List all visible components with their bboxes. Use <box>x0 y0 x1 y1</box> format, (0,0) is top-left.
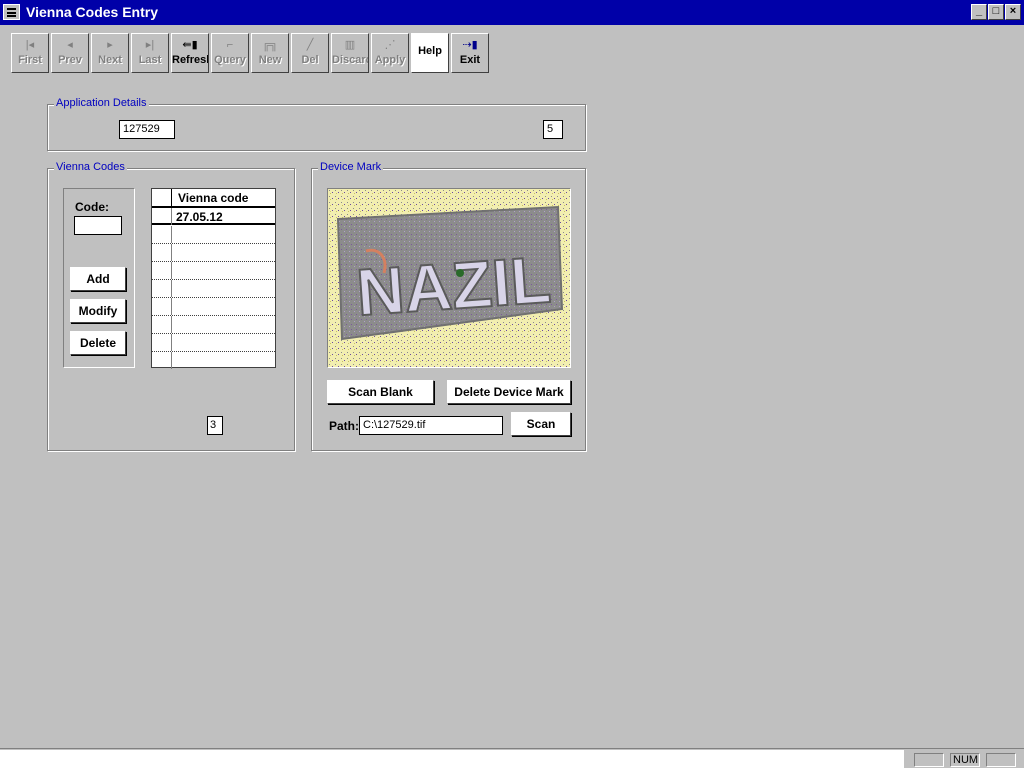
device-mark-image: NAZIL <box>327 188 571 368</box>
status-panel-scroll <box>986 753 1016 767</box>
exit-button[interactable]: ⇢▮ Exit <box>451 33 489 73</box>
code-entry-panel: Code: Add Modify Delete <box>63 188 135 368</box>
table-row[interactable] <box>152 334 275 352</box>
add-button[interactable]: Add <box>70 267 126 291</box>
path-input[interactable]: C:\127529.tif <box>359 416 503 435</box>
table-row[interactable] <box>152 262 275 280</box>
path-label: Path: <box>329 419 359 433</box>
refresh-icon: ⇚▮ <box>182 39 198 51</box>
device-mark-group: Device Mark NAZIL Scan Blank Delete Devi… <box>311 161 586 451</box>
table-row[interactable] <box>152 244 275 262</box>
table-row[interactable] <box>152 226 275 244</box>
window-title: Vienna Codes Entry <box>26 4 159 20</box>
query-button[interactable]: ⌐ Query <box>211 33 249 73</box>
status-panel-num: NUM <box>950 753 980 767</box>
next-button[interactable]: ▸ Next <box>91 33 129 73</box>
refresh-button[interactable]: ⇚▮ Refresh <box>171 33 209 73</box>
toolbar: |◂ First ◂ Prev ▸ Next ▸| Last ⇚▮ Refres… <box>0 25 1024 77</box>
first-button[interactable]: |◂ First <box>11 33 49 73</box>
application-count-field[interactable]: 5 <box>543 120 563 139</box>
delete-code-button[interactable]: Delete <box>70 331 126 355</box>
delete-button[interactable]: ╱ Del <box>291 33 329 73</box>
query-icon: ⌐ <box>226 39 234 51</box>
status-bar: NUM <box>0 748 1024 768</box>
next-record-icon: ▸ <box>107 39 113 51</box>
delete-device-mark-button[interactable]: Delete Device Mark <box>447 380 571 404</box>
close-button[interactable]: × <box>1005 4 1021 20</box>
grid-header-vienna-code: Vienna code <box>178 191 249 205</box>
last-button[interactable]: ▸| Last <box>131 33 169 73</box>
application-details-legend: Application Details <box>54 97 149 109</box>
first-record-icon: |◂ <box>25 39 35 51</box>
table-cell: 27.05.12 <box>176 210 223 224</box>
minimize-button[interactable]: _ <box>971 4 987 20</box>
previous-record-icon: ◂ <box>67 39 73 51</box>
vienna-code-grid[interactable]: Vienna code 27.05.12 <box>151 188 276 370</box>
grid-header: Vienna code <box>152 189 275 207</box>
status-message-area <box>0 750 904 768</box>
new-button[interactable]: ╔╗ New <box>251 33 289 73</box>
vienna-codes-group: Vienna Codes Code: Add Modify Delete Vie… <box>47 161 295 451</box>
table-row[interactable] <box>152 280 275 298</box>
table-row[interactable]: 27.05.12 <box>152 207 275 225</box>
code-count-field[interactable]: 3 <box>207 416 223 435</box>
apply-button[interactable]: ⋰ Apply <box>371 33 409 73</box>
new-record-icon: ╔╗ <box>262 39 278 51</box>
apply-icon: ⋰ <box>384 39 396 51</box>
application-details-group: Application Details 127529 5 <box>47 97 586 151</box>
table-row[interactable] <box>152 352 275 370</box>
device-mark-text: NAZIL <box>354 242 553 329</box>
device-mark-picture: NAZIL <box>328 189 570 367</box>
scan-blank-button[interactable]: Scan Blank <box>327 380 434 404</box>
maximize-button[interactable]: □ <box>988 4 1004 20</box>
delete-record-icon: ╱ <box>306 39 314 51</box>
device-mark-legend: Device Mark <box>318 161 384 173</box>
status-panel-caps <box>914 753 944 767</box>
vienna-codes-legend: Vienna Codes <box>54 161 127 173</box>
system-menu-icon[interactable] <box>3 4 20 20</box>
table-row[interactable] <box>152 298 275 316</box>
scan-button[interactable]: Scan <box>511 412 571 436</box>
modify-button[interactable]: Modify <box>70 299 126 323</box>
discard-button[interactable]: ▥ Discard <box>331 33 369 73</box>
help-button[interactable]: Help <box>411 33 449 73</box>
last-record-icon: ▸| <box>145 39 155 51</box>
exit-door-icon: ⇢▮ <box>462 39 478 51</box>
prev-button[interactable]: ◂ Prev <box>51 33 89 73</box>
code-label: Code: <box>75 200 109 214</box>
table-row[interactable] <box>152 316 275 334</box>
application-number-field[interactable]: 127529 <box>119 120 175 139</box>
title-bar: Vienna Codes Entry _ □ × <box>0 0 1024 25</box>
code-input[interactable] <box>74 216 122 235</box>
discard-icon: ▥ <box>344 39 356 51</box>
